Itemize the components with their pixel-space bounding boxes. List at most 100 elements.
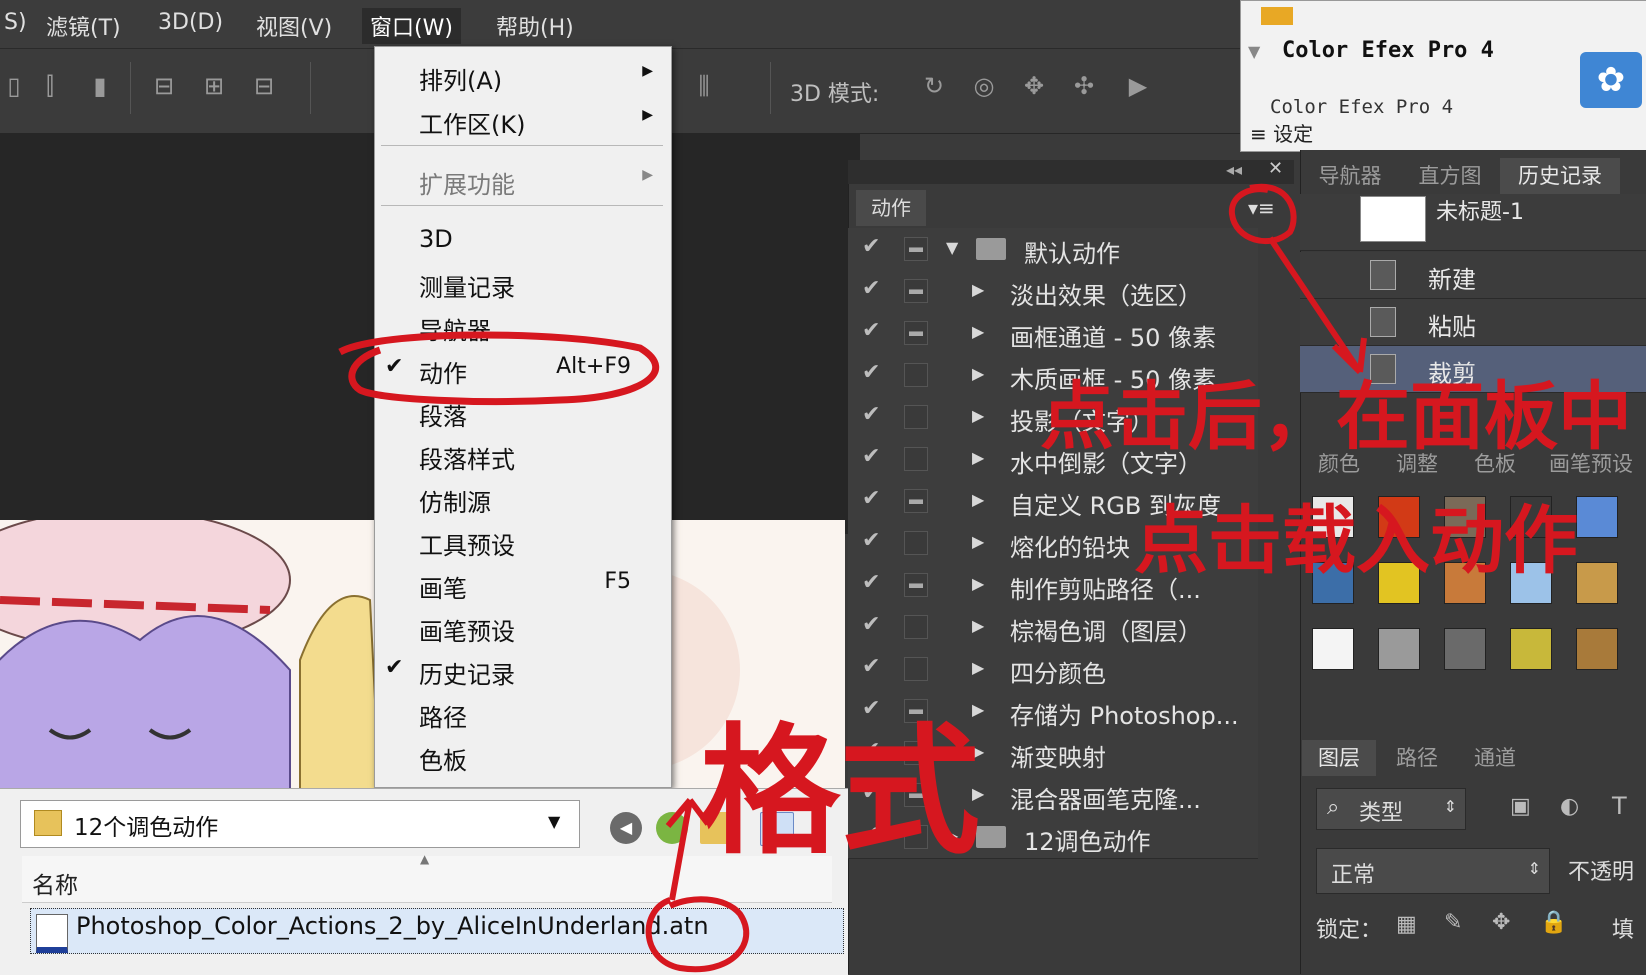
menu-item-help[interactable]: 帮助(H) — [488, 8, 582, 44]
new-folder-button[interactable] — [700, 812, 732, 844]
tab-brush-presets[interactable]: 画笔预设 — [1536, 446, 1646, 482]
toggle-check-icon[interactable]: ✔ — [862, 780, 880, 805]
expand-triangle-icon[interactable]: ▶ — [972, 658, 984, 677]
toggle-check-icon[interactable]: ✔ — [862, 738, 880, 763]
menu-brush-presets[interactable]: 画笔预设 — [375, 604, 671, 648]
toggle-check-icon[interactable]: ✔ — [862, 486, 880, 511]
align-right-icon[interactable]: ▮ — [86, 72, 114, 100]
dialog-toggle-icon[interactable] — [904, 321, 928, 345]
style-swatch[interactable] — [1444, 496, 1486, 538]
dialog-toggle-icon[interactable] — [904, 783, 928, 807]
expand-triangle-icon[interactable]: ▶ — [972, 448, 984, 467]
menu-paths[interactable]: 路径 — [375, 690, 671, 734]
tab-paths[interactable]: 路径 — [1380, 740, 1454, 776]
expand-triangle-icon[interactable]: ▶ — [972, 280, 984, 299]
toggle-check-icon[interactable]: ✔ — [862, 822, 880, 847]
expand-triangle-icon[interactable]: ▶ — [972, 322, 984, 341]
menu-brush[interactable]: 画笔 F5 — [375, 561, 671, 605]
collapse-icon[interactable]: ◂◂ — [1226, 160, 1242, 179]
menu-navigator[interactable]: 导航器 — [375, 303, 671, 347]
auto-align-icon[interactable]: ⫼ — [690, 72, 718, 100]
menu-3d[interactable]: 3D — [375, 217, 671, 261]
style-swatch[interactable] — [1576, 496, 1618, 538]
menu-extensions[interactable]: 扩展功能 ▶ — [375, 157, 671, 201]
style-swatch[interactable] — [1510, 628, 1552, 670]
close-icon[interactable]: ✕ — [1268, 158, 1283, 179]
expand-triangle-icon[interactable]: ▶ — [972, 364, 984, 383]
toggle-check-icon[interactable]: ✔ — [862, 234, 880, 259]
action-set-row[interactable]: ✔ ▶ 12调色动作 — [848, 816, 1258, 859]
menu-item-view[interactable]: 视图(V) — [248, 8, 340, 44]
align-left-icon[interactable]: ▯ — [0, 72, 28, 100]
back-button[interactable]: ◀ — [610, 812, 642, 844]
filter-pixel-icon[interactable]: ▣ — [1510, 794, 1531, 819]
tab-navigator[interactable]: 导航器 — [1302, 158, 1398, 194]
dialog-toggle-icon[interactable] — [904, 699, 928, 723]
3d-pan-icon[interactable]: ✥ — [1020, 72, 1048, 100]
style-swatch[interactable] — [1444, 562, 1486, 604]
align-hcenter-icon[interactable]: ⫿ — [36, 72, 64, 100]
toggle-check-icon[interactable]: ✔ — [862, 654, 880, 679]
expand-triangle-icon[interactable]: ▶ — [972, 700, 984, 719]
view-menu-button[interactable] — [760, 812, 794, 846]
tab-histogram[interactable]: 直方图 — [1402, 158, 1498, 194]
expand-triangle-icon[interactable]: ▶ — [972, 406, 984, 425]
toggle-check-icon[interactable]: ✔ — [862, 276, 880, 301]
action-row[interactable]: ✔ ▶ 四分颜色 — [848, 648, 1258, 691]
layer-filter-select[interactable]: ⌕ 类型 ⇕ — [1316, 788, 1466, 830]
style-swatch[interactable] — [1510, 562, 1552, 604]
dialog-toggle-icon[interactable] — [904, 531, 928, 555]
filter-type-icon[interactable]: T — [1612, 792, 1627, 820]
dialog-toggle-icon[interactable] — [904, 615, 928, 639]
menu-swatches[interactable]: 色板 — [375, 733, 671, 777]
menu-item-window[interactable]: 窗口(W) — [362, 8, 461, 44]
tab-adjustments[interactable]: 调整 — [1380, 446, 1454, 482]
distribute-bottom-icon[interactable]: ⊟ — [250, 72, 278, 100]
filter-adjustment-icon[interactable]: ◐ — [1560, 794, 1579, 819]
dialog-toggle-icon[interactable] — [904, 405, 928, 429]
toggle-check-icon[interactable]: ✔ — [862, 402, 880, 427]
3d-roll-icon[interactable]: ◎ — [970, 72, 998, 100]
tab-actions[interactable]: 动作 — [856, 190, 926, 226]
chevron-down-icon[interactable]: ▼ — [548, 812, 560, 831]
history-item-crop[interactable]: 裁剪 — [1300, 346, 1646, 393]
color-efex-launch-button[interactable]: ✿ — [1580, 52, 1642, 108]
tab-channels[interactable]: 通道 — [1458, 740, 1532, 776]
up-folder-button[interactable] — [656, 812, 688, 844]
expand-triangle-icon[interactable]: ▶ — [972, 784, 984, 803]
menu-item-3d[interactable]: 3D(D) — [150, 8, 231, 37]
action-row[interactable]: ✔ ▶ 制作剪贴路径（... — [848, 564, 1258, 607]
lock-all-icon[interactable]: 🔒 — [1540, 910, 1567, 935]
menu-history[interactable]: ✔ 历史记录 — [375, 647, 671, 691]
color-efex-settings[interactable]: ≡ 设定 — [1250, 118, 1313, 147]
menu-item-filter[interactable]: 滤镜(T) — [38, 8, 129, 44]
history-snapshot[interactable]: 未标题-1 — [1300, 194, 1646, 251]
menu-actions[interactable]: ✔ 动作 Alt+F9 — [375, 346, 671, 390]
menu-arrange[interactable]: 排列(A) ▶ — [375, 53, 671, 97]
style-swatch[interactable] — [1444, 628, 1486, 670]
expand-triangle-icon[interactable]: ▶ — [972, 742, 984, 761]
action-row[interactable]: ✔ ▶ 画框通道 - 50 像素 — [848, 312, 1258, 355]
dialog-toggle-icon[interactable] — [904, 279, 928, 303]
tab-history[interactable]: 历史记录 — [1500, 158, 1620, 194]
menu-tool-presets[interactable]: 工具预设 — [375, 518, 671, 562]
style-swatch[interactable] — [1312, 562, 1354, 604]
lock-paint-icon[interactable]: ✎ — [1444, 910, 1462, 935]
dialog-toggle-icon[interactable] — [904, 573, 928, 597]
blend-mode-select[interactable]: 正常 ⇕ — [1316, 848, 1550, 894]
menu-measurement-log[interactable]: 测量记录 — [375, 260, 671, 304]
action-row[interactable]: ✔ ▶ 存储为 Photoshop... — [848, 690, 1258, 733]
action-set-row[interactable]: ✔ ▼ 默认动作 — [848, 228, 1258, 271]
panel-menu-icon[interactable]: ▾≡ — [1248, 196, 1275, 220]
expand-triangle-icon[interactable]: ▶ — [972, 574, 984, 593]
menu-paragraph[interactable]: 段落 — [375, 389, 671, 433]
expand-triangle-icon[interactable]: ▶ — [972, 490, 984, 509]
menu-paragraph-styles[interactable]: 段落样式 — [375, 432, 671, 476]
action-row[interactable]: ✔ ▶ 投影（文字） — [848, 396, 1258, 439]
action-row[interactable]: ✔ ▶ 淡出效果（选区） — [848, 270, 1258, 313]
action-row[interactable]: ✔ ▶ 渐变映射 — [848, 732, 1258, 775]
menu-item-filter-partial[interactable]: S) — [0, 8, 35, 37]
dialog-toggle-icon[interactable] — [904, 825, 928, 849]
style-swatch[interactable] — [1510, 496, 1552, 538]
toggle-check-icon[interactable]: ✔ — [862, 570, 880, 595]
